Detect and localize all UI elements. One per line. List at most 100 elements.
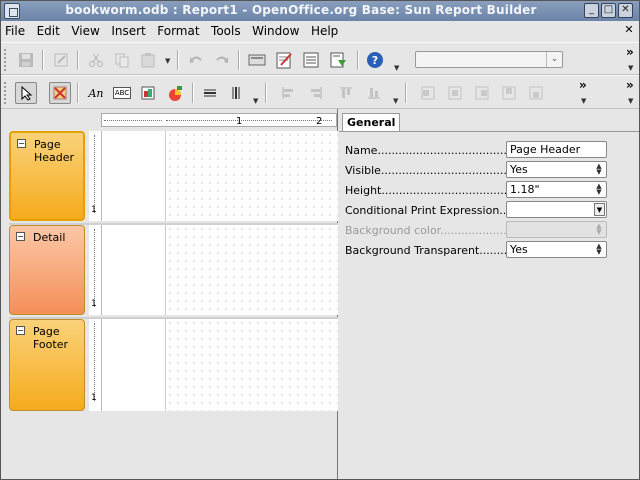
report-navigator-icon[interactable] [273,49,295,71]
section-center-icon[interactable] [444,82,466,104]
align-left-icon[interactable] [277,82,299,104]
spin-icon[interactable]: ▲ ▼ [593,183,605,196]
chart-icon[interactable] [164,82,186,104]
window-title: bookworm.odb : Report1 - OpenOffice.org … [65,3,537,17]
page-footer-canvas[interactable] [101,319,338,411]
chevron-down-icon[interactable]: ⌄ [546,52,562,67]
vertical-ruler: 1 [89,225,101,315]
name-value: Page Header [510,143,581,156]
background-transparent-select[interactable]: Yes ▲ ▼ [506,241,607,258]
redo-icon[interactable] [211,49,233,71]
save-icon[interactable] [15,49,37,71]
spin-icon[interactable]: ▲ ▼ [593,223,605,236]
menu-bar: File Edit View Insert Format Tools Windo… [1,21,639,41]
report-controls-toolbar: An ABC ▼ ▼ » ▼ » ▼ [1,75,639,109]
horizontal-line-icon[interactable] [199,82,221,104]
properties-general-page: Name....................................… [339,131,639,479]
menu-file[interactable]: File [1,21,29,38]
vertical-ruler: 1 [89,131,101,221]
copy-icon[interactable] [111,49,133,71]
toolbar-options-icon[interactable]: ▼ [628,64,633,72]
edit-icon[interactable] [50,49,72,71]
page-footer-label[interactable]: − Page Footer [9,319,85,411]
vertical-ruler-mark: 1 [91,205,97,215]
section-name-line1: Page [33,325,60,338]
align-right-icon[interactable] [305,82,327,104]
collapse-icon[interactable]: − [16,326,25,335]
visible-select[interactable]: Yes ▲ ▼ [506,161,607,178]
minimize-button[interactable]: _ [584,3,599,18]
menu-window[interactable]: Window [248,21,303,38]
section-align-left-icon[interactable] [417,82,439,104]
align-top-icon[interactable] [335,82,357,104]
page-header-label[interactable]: − Page Header [9,131,85,221]
paste-dropdown-icon[interactable]: ▼ [165,57,170,65]
more-tools-icon[interactable]: » [626,45,634,59]
collapse-icon[interactable]: − [16,232,25,241]
text-box-text: ABC [112,87,132,99]
cut-icon[interactable] [85,49,107,71]
page-setup-icon[interactable] [246,49,268,71]
spin-icon[interactable]: ▲ ▼ [593,243,605,256]
label-field-icon[interactable]: An [85,82,107,104]
toolbar-options-icon[interactable]: ▼ [253,97,258,105]
toolbar-options-icon[interactable]: ▼ [393,97,398,105]
section-name-line2: Footer [33,338,68,351]
detail-canvas[interactable] [101,225,338,315]
name-field[interactable]: Page Header [506,141,607,158]
page-footer-section[interactable]: − Page Footer 1 [9,319,338,411]
menu-tools[interactable]: Tools [207,21,245,38]
collapse-icon[interactable]: − [17,139,26,148]
page-header-canvas[interactable] [101,131,338,221]
section-align-right-icon[interactable] [471,82,493,104]
background-transparent-value: Yes [510,243,528,256]
menu-insert[interactable]: Insert [107,21,149,38]
toolbar-options-icon[interactable]: ▼ [581,97,586,105]
tab-general[interactable]: General [342,113,401,132]
paste-icon[interactable] [137,49,159,71]
toolbar-grip[interactable] [4,49,8,71]
detail-section[interactable]: − Detail 1 [9,225,338,317]
toolbar-grip[interactable] [4,82,8,104]
add-field-icon[interactable] [300,49,322,71]
menu-help[interactable]: Help [307,21,342,38]
conditional-print-field[interactable]: ▼ [506,201,607,218]
chevron-down-icon[interactable]: ▼ [594,203,605,216]
align-bottom-icon[interactable] [363,82,385,104]
toolbar-options-icon[interactable]: ▼ [394,64,399,72]
menu-view[interactable]: View [67,21,103,38]
help-icon[interactable]: ? [364,49,386,71]
property-label: Background Transparent........... [345,244,518,257]
toolbar-options-icon[interactable]: ▼ [628,97,633,105]
property-label: Background color....................... [345,224,521,237]
image-icon[interactable] [137,82,159,104]
property-label: Name....................................… [345,144,511,157]
section-align-bottom-icon[interactable] [525,82,547,104]
report-editor: 1 2 − Page Header 1 − Detail 1 − Page Fo… [1,109,639,479]
detail-label[interactable]: − Detail [9,225,85,315]
select-pointer-icon[interactable] [15,82,37,104]
height-value: 1.18" [510,183,540,196]
sorting-grouping-icon[interactable] [327,49,349,71]
height-field[interactable]: 1.18" ▲ ▼ [506,181,607,198]
ruler-mark: 2 [316,116,323,127]
close-button[interactable]: ✕ [618,3,633,18]
title-bar[interactable]: bookworm.odb : Report1 - OpenOffice.org … [1,1,639,21]
more-tools-icon[interactable]: » [626,78,634,92]
close-document-button[interactable]: ✕ [623,24,635,36]
spin-icon[interactable]: ▲ ▼ [593,163,605,176]
section-align-top-icon[interactable] [498,82,520,104]
menu-edit[interactable]: Edit [33,21,64,38]
font-name-dropdown[interactable]: ⌄ [415,51,563,68]
undo-icon[interactable] [185,49,207,71]
maximize-button[interactable]: □ [601,3,616,18]
select-controls-icon[interactable] [49,82,71,104]
vertical-line-icon[interactable] [225,82,247,104]
more-tools-icon[interactable]: » [579,78,587,92]
text-box-icon[interactable]: ABC [111,82,133,104]
section-name-line2: Header [34,151,75,164]
property-label: Conditional Print Expression.... [345,204,514,217]
background-color-field[interactable]: ▲ ▼ [506,221,607,238]
page-header-section[interactable]: − Page Header 1 [9,131,338,223]
menu-format[interactable]: Format [153,21,203,38]
